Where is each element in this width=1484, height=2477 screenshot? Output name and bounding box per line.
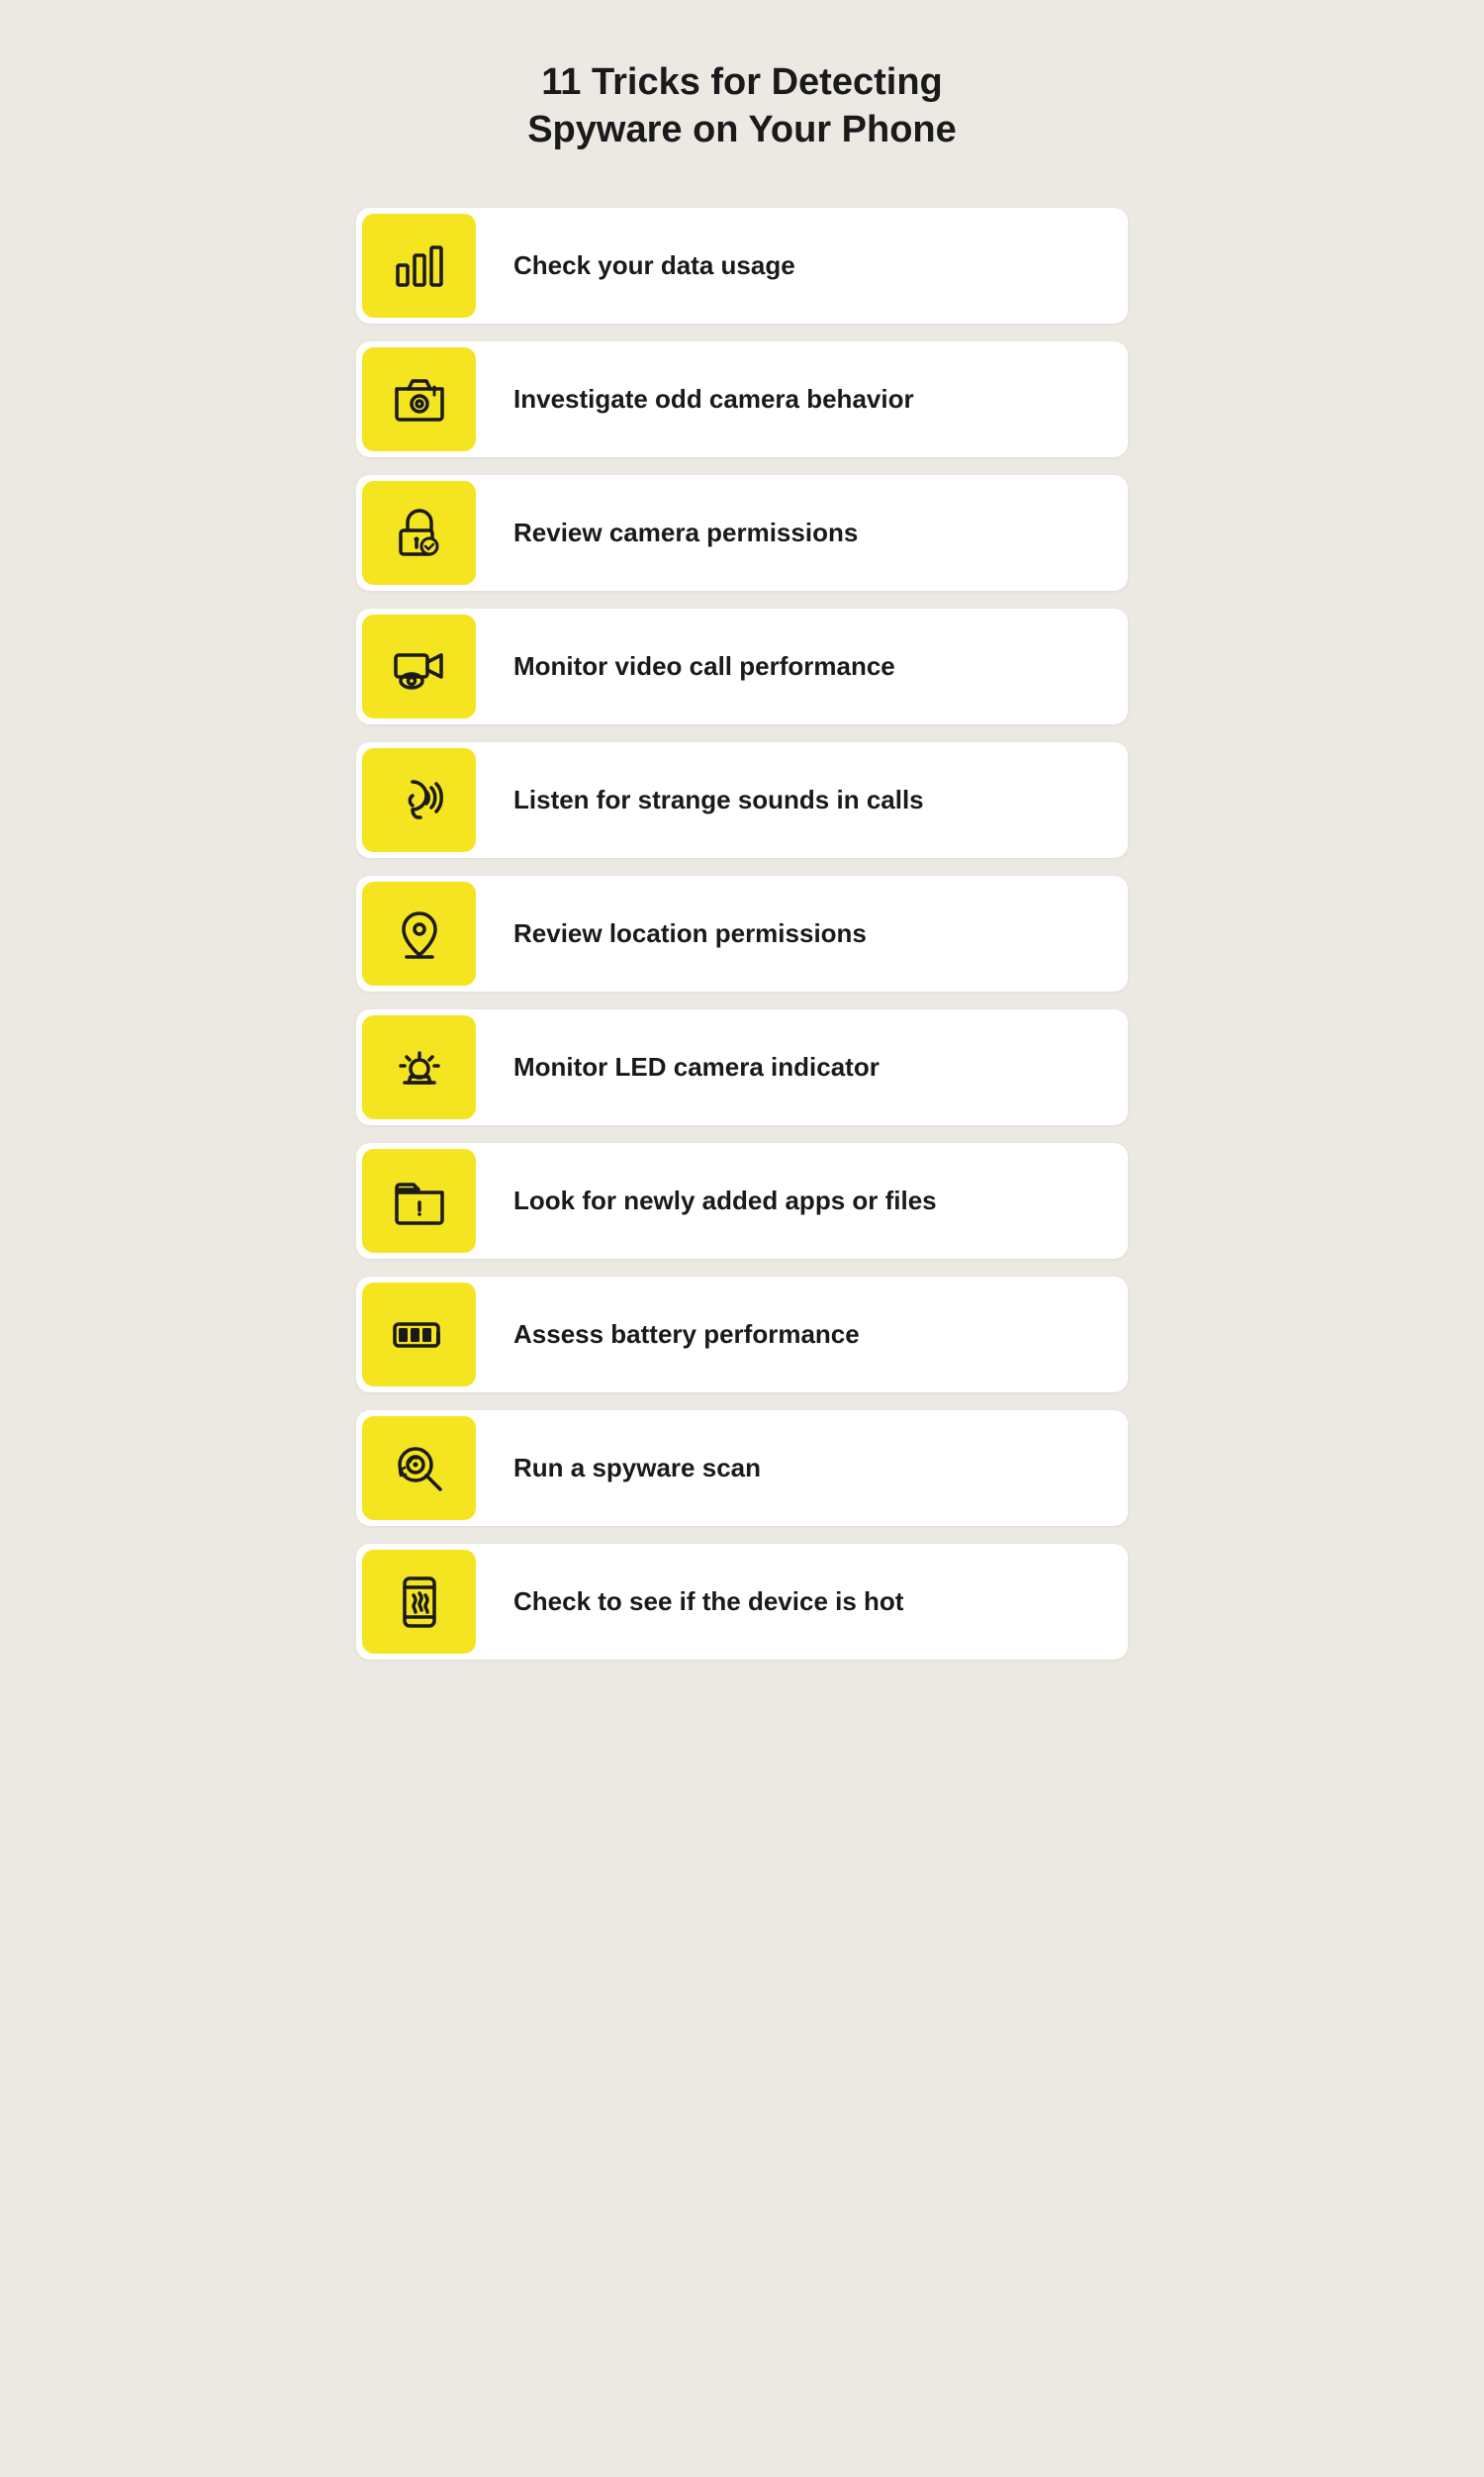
device-hot-icon-box [362,1550,476,1654]
item-row-battery: Assess battery performance [356,1277,1128,1392]
item-label-data-usage: Check your data usage [482,249,827,283]
item-label-camera-behavior: Investigate odd camera behavior [482,383,946,417]
item-label-battery: Assess battery performance [482,1318,891,1352]
item-row-spyware-scan: Run a spyware scan [356,1410,1128,1526]
location-permissions-icon-box [362,882,476,986]
item-label-strange-sounds: Listen for strange sounds in calls [482,784,956,817]
battery-icon-box [362,1283,476,1386]
main-container: 11 Tricks for DetectingSpyware on Your P… [356,59,1128,2398]
item-row-video-call: Monitor video call performance [356,609,1128,724]
items-list: Check your data usage Investigate odd ca… [356,208,1128,1660]
item-row-location-permissions: Review location permissions [356,876,1128,992]
item-row-led-indicator: Monitor LED camera indicator [356,1009,1128,1125]
item-row-camera-permissions: Review camera permissions [356,475,1128,591]
item-row-strange-sounds: Listen for strange sounds in calls [356,742,1128,858]
item-label-led-indicator: Monitor LED camera indicator [482,1051,911,1085]
item-row-device-hot: Check to see if the device is hot [356,1544,1128,1660]
strange-sounds-icon-box [362,748,476,852]
item-label-video-call: Monitor video call performance [482,650,927,684]
camera-permissions-icon-box [362,481,476,585]
video-call-icon-box [362,615,476,718]
item-row-camera-behavior: Investigate odd camera behavior [356,341,1128,457]
data-usage-icon-box [362,214,476,318]
item-label-location-permissions: Review location permissions [482,917,898,951]
new-apps-icon-box [362,1149,476,1253]
camera-behavior-icon-box [362,347,476,451]
item-label-spyware-scan: Run a spyware scan [482,1452,792,1485]
item-label-device-hot: Check to see if the device is hot [482,1585,935,1619]
page-title: 11 Tricks for DetectingSpyware on Your P… [356,59,1128,153]
led-indicator-icon-box [362,1015,476,1119]
spyware-scan-icon-box [362,1416,476,1520]
item-label-camera-permissions: Review camera permissions [482,517,889,550]
item-row-data-usage: Check your data usage [356,208,1128,324]
item-label-new-apps: Look for newly added apps or files [482,1185,969,1218]
item-row-new-apps: Look for newly added apps or files [356,1143,1128,1259]
